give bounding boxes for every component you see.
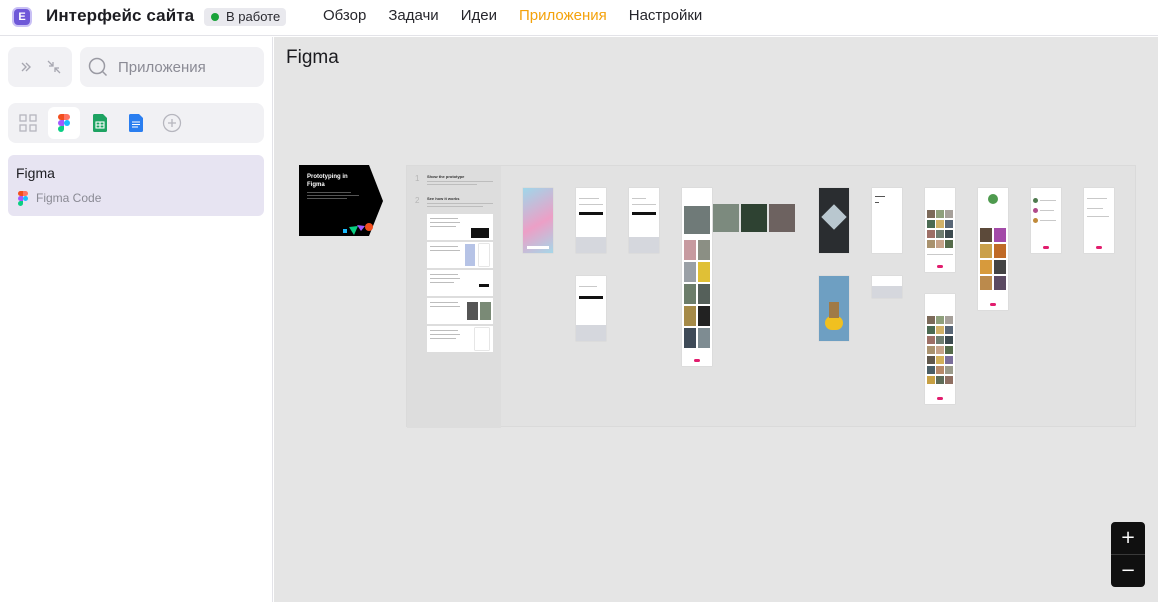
zoom-out-button[interactable]: − xyxy=(1111,555,1145,587)
filter-all-button[interactable] xyxy=(12,107,44,139)
chevron-right-icon[interactable] xyxy=(18,59,34,75)
instruction-card xyxy=(427,326,493,352)
search-box xyxy=(80,47,264,87)
step-title-2: See how it works xyxy=(427,196,460,201)
instruction-card xyxy=(427,214,493,240)
tab-tasks[interactable]: Задачи xyxy=(388,7,438,24)
docs-icon xyxy=(129,114,143,132)
tab-ideas[interactable]: Идеи xyxy=(461,7,497,24)
prototype-board[interactable]: 1 Show the prototype 2 See how it works xyxy=(406,165,1136,428)
app-filter-bar xyxy=(8,103,264,143)
app-subtitle-row: Figma Code xyxy=(18,189,101,207)
app-subtitle: Figma Code xyxy=(36,191,102,205)
zoom-control: + − xyxy=(1111,522,1145,587)
screen-login xyxy=(629,188,659,253)
step-title-1: Show the prototype xyxy=(427,174,465,179)
instruction-card xyxy=(427,242,493,268)
cover-text: Prototyping in Figma xyxy=(307,174,348,188)
main-nav: Обзор Задачи Идеи Приложения Настройки xyxy=(323,7,702,24)
text-line xyxy=(427,184,477,185)
top-bar: E Интерфейс сайта В работе Обзор Задачи … xyxy=(0,0,1158,36)
photo-tile xyxy=(741,204,767,232)
add-app-button[interactable] xyxy=(156,107,188,139)
status-badge[interactable]: В работе xyxy=(204,8,287,26)
step-number-1: 1 xyxy=(415,174,420,183)
screen-story xyxy=(819,188,849,253)
screen-messages xyxy=(1084,188,1114,253)
canvas-title: Figma xyxy=(286,47,339,68)
text-line xyxy=(427,206,483,207)
screen-activity xyxy=(1031,188,1061,253)
screen-profile-grid xyxy=(925,188,955,272)
figma-icon xyxy=(58,114,70,132)
instruction-card xyxy=(427,298,493,324)
text-line xyxy=(427,203,493,204)
collapse-icon[interactable] xyxy=(46,59,62,75)
grid-icon xyxy=(19,114,37,132)
sheets-icon xyxy=(93,114,107,132)
text-line xyxy=(427,181,493,182)
screen-text xyxy=(872,188,902,253)
tab-apps[interactable]: Приложения xyxy=(519,7,607,24)
sidebar-toggle-group xyxy=(8,47,72,87)
screen-profile-grid-long xyxy=(925,294,955,404)
screen-feed xyxy=(682,188,712,366)
instruction-card xyxy=(427,270,493,296)
screen-keyboard xyxy=(872,276,902,298)
app-name: Figma xyxy=(16,165,55,181)
search-icon xyxy=(88,57,108,77)
figma-embed-canvas[interactable]: Figma Prototyping in Figma 1 Show the pr… xyxy=(274,37,1158,602)
add-icon xyxy=(162,113,182,133)
filter-docs-button[interactable] xyxy=(120,107,152,139)
project-title: Интерфейс сайта xyxy=(46,6,195,25)
filter-figma-button[interactable] xyxy=(48,107,80,139)
step-number-2: 2 xyxy=(415,196,420,205)
photo-tile xyxy=(713,204,739,232)
project-logo-icon[interactable]: E xyxy=(12,7,32,27)
photo-tile xyxy=(769,204,795,232)
screen-signup xyxy=(576,188,606,253)
tab-settings[interactable]: Настройки xyxy=(629,7,703,24)
screen-password xyxy=(576,276,606,341)
figma-icon xyxy=(18,190,28,206)
instructions-panel: 1 Show the prototype 2 See how it works xyxy=(407,166,501,428)
search-input[interactable] xyxy=(118,57,258,77)
status-label: В работе xyxy=(226,9,281,24)
cover-frame[interactable]: Prototyping in Figma xyxy=(299,165,383,236)
sidebar: Figma Figma Code xyxy=(0,37,273,602)
zoom-in-button[interactable]: + xyxy=(1111,522,1145,554)
screen-user-profile xyxy=(978,188,1008,310)
tab-overview[interactable]: Обзор xyxy=(323,7,366,24)
filter-sheets-button[interactable] xyxy=(84,107,116,139)
screen-splash xyxy=(523,188,553,253)
app-card-figma[interactable]: Figma Figma Code xyxy=(8,155,264,216)
screen-dog-photo xyxy=(819,276,849,341)
status-dot-icon xyxy=(211,13,219,21)
